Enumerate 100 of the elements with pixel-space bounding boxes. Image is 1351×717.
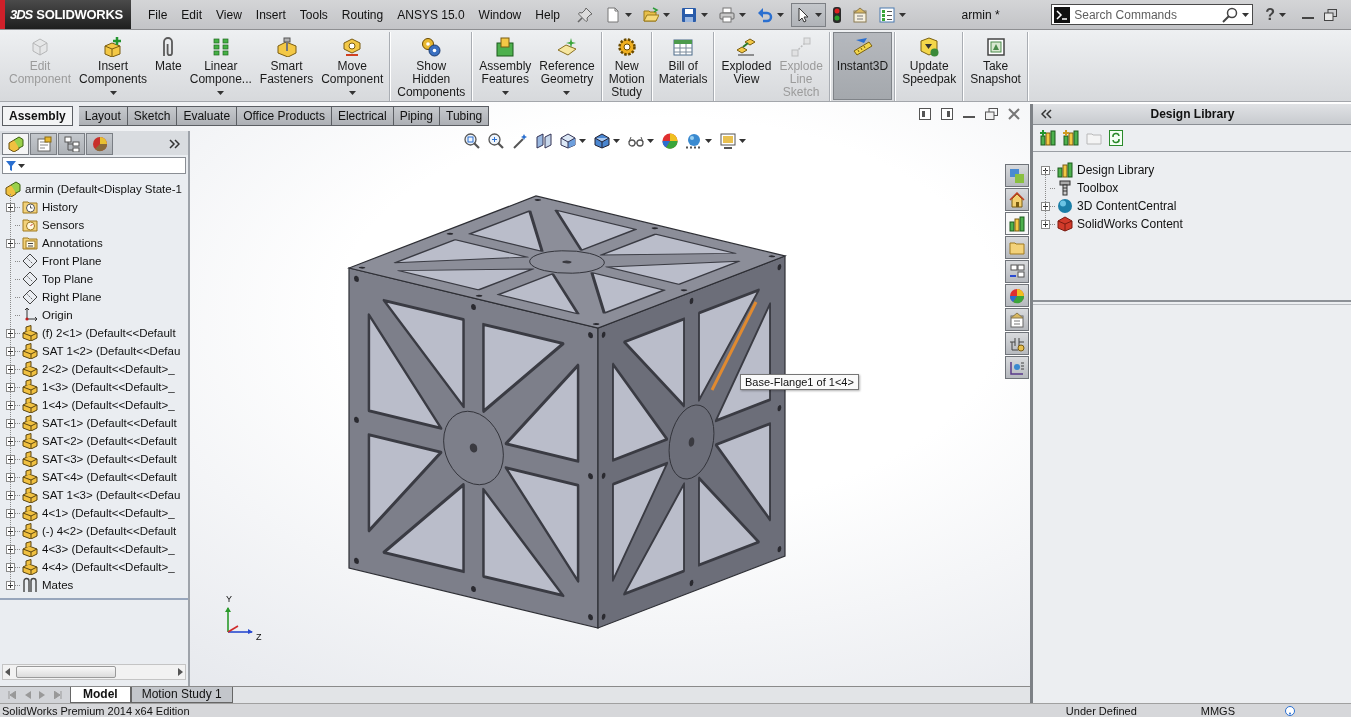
expand-icon[interactable] — [6, 238, 15, 248]
expand-icon[interactable] — [6, 346, 15, 356]
search-icon[interactable] — [1222, 6, 1239, 23]
expand-icon[interactable] — [6, 508, 15, 518]
task-pane-tab[interactable] — [1005, 212, 1029, 235]
tree-item[interactable]: 2<2> (Default<<Default>_ — [20, 360, 177, 378]
task-pane-tab[interactable] — [1005, 188, 1029, 211]
expand-icon[interactable] — [6, 418, 15, 428]
command-button[interactable]: Move Component — [317, 32, 388, 100]
tree-item[interactable]: SolidWorks Content — [1055, 215, 1185, 233]
books-plus-icon[interactable] — [1063, 130, 1079, 146]
split-right-icon[interactable] — [941, 108, 953, 120]
pushpin-icon[interactable] — [577, 6, 593, 23]
help-button[interactable]: ? — [1261, 3, 1290, 26]
command-button[interactable]: Insert Components — [75, 32, 152, 100]
command-button[interactable]: Exploded View — [717, 32, 776, 100]
expand-icon[interactable] — [1041, 165, 1050, 175]
tree-item[interactable]: History — [20, 198, 80, 216]
task-pane-tab[interactable] — [1005, 308, 1029, 331]
tree-item[interactable]: 3D ContentCentral — [1055, 197, 1179, 215]
command-button[interactable]: Mate — [151, 32, 186, 100]
command-button[interactable]: Bill of Materials — [654, 32, 712, 100]
search-field[interactable]: Search Commands — [1074, 6, 1219, 23]
menu-item[interactable]: ANSYS 15.0 — [390, 3, 472, 26]
tab[interactable]: Layout — [78, 106, 128, 126]
filter-field[interactable] — [2, 157, 186, 174]
panel-tab[interactable] — [86, 133, 113, 155]
menu-item[interactable]: Tools — [292, 3, 335, 26]
zoom-to-area-icon[interactable] — [487, 133, 504, 149]
menu-item[interactable]: File — [141, 3, 175, 26]
tree-item[interactable]: SAT<2> (Default<<Default — [20, 432, 179, 450]
tree-item[interactable]: 4<3> (Default<<Default>_ — [20, 540, 177, 558]
menu-item[interactable]: Help — [528, 3, 567, 26]
tree-item[interactable]: Right Plane — [20, 288, 104, 306]
restore-icon[interactable] — [985, 108, 998, 120]
horizontal-scrollbar[interactable] — [2, 664, 186, 680]
expand-icon[interactable] — [6, 400, 15, 410]
command-button[interactable]: Linear Compone... — [185, 32, 256, 100]
expand-icon[interactable] — [6, 364, 15, 374]
tree-item[interactable]: SAT<3> (Default<<Default — [20, 450, 179, 468]
menu-item[interactable]: View — [209, 3, 249, 26]
menu-item[interactable]: Window — [471, 3, 529, 26]
refresh-icon[interactable] — [1109, 130, 1123, 146]
command-button[interactable]: New Motion Study — [604, 32, 649, 100]
tree-item[interactable]: SAT<1> (Default<<Default — [20, 414, 179, 432]
books-plus-icon[interactable] — [1040, 130, 1056, 146]
expand-icon[interactable] — [1041, 201, 1050, 211]
task-pane-tab[interactable] — [1005, 332, 1029, 355]
tab[interactable]: Model — [70, 687, 131, 703]
select-button[interactable] — [791, 2, 826, 27]
expand-icon[interactable] — [6, 436, 15, 446]
task-pane-tab[interactable] — [1005, 356, 1029, 379]
tree-item[interactable]: Top Plane — [20, 270, 96, 288]
tree-item[interactable]: (-) 4<2> (Default<<Default — [20, 522, 179, 540]
expand-icon[interactable] — [6, 490, 15, 500]
menu-item[interactable]: Edit — [174, 3, 210, 26]
tree-item[interactable]: armin (Default<Display State-1 — [3, 180, 184, 198]
tree-item[interactable]: 4<4> (Default<<Default>_ — [20, 558, 177, 576]
command-button[interactable]: Smart Fasteners — [255, 32, 318, 100]
command-button[interactable]: Instant3D — [832, 32, 893, 100]
color-wheel-icon[interactable] — [661, 133, 678, 149]
shaded-cube-icon[interactable] — [593, 133, 610, 149]
zoom-to-fit-icon[interactable] — [463, 133, 480, 149]
expand-icon[interactable] — [6, 526, 15, 536]
monitor-icon[interactable] — [719, 133, 736, 149]
tree-item[interactable]: (f) 2<1> (Default<<Default — [20, 324, 178, 342]
expand-icon[interactable] — [6, 472, 15, 482]
double-chevron-icon[interactable] — [1041, 109, 1052, 119]
menu-item[interactable]: Insert — [248, 3, 293, 26]
tab[interactable]: Piping — [393, 106, 440, 126]
tree-item[interactable]: SAT 1<2> (Default<<Defau — [20, 342, 183, 360]
expand-icon[interactable] — [6, 562, 15, 572]
tree-item[interactable]: SAT<4> (Default<<Default — [20, 468, 179, 486]
tab[interactable]: Tubing — [440, 106, 490, 126]
restore-icon[interactable] — [1324, 8, 1337, 21]
split-left-icon[interactable] — [919, 108, 931, 120]
scroll-thumb[interactable] — [16, 666, 116, 678]
expand-icon[interactable] — [6, 382, 15, 392]
command-button[interactable]: Assembly Features — [475, 32, 536, 100]
wand-icon[interactable] — [511, 133, 528, 149]
tree-item[interactable]: 1<3> (Default<<Default>_ — [20, 378, 177, 396]
tab[interactable]: Electrical — [331, 106, 394, 126]
panel-tab[interactable] — [58, 133, 85, 155]
double-chevron-icon[interactable] — [169, 139, 180, 149]
tree-item[interactable]: Front Plane — [20, 252, 104, 270]
command-button[interactable]: Take Snapshot — [966, 32, 1025, 100]
task-pane-tab[interactable] — [1005, 260, 1029, 283]
tree-item[interactable]: SAT 1<3> (Default<<Defau — [20, 486, 183, 504]
expand-icon[interactable] — [6, 580, 15, 590]
tab[interactable]: Assembly — [2, 106, 73, 126]
close-icon[interactable] — [1008, 108, 1020, 120]
menu-item[interactable]: Routing — [334, 3, 391, 26]
search-box[interactable]: Search Commands — [1051, 4, 1254, 25]
task-pane-tab[interactable] — [1005, 164, 1029, 187]
tree-item[interactable]: Toolbox — [1055, 179, 1121, 197]
expand-icon[interactable] — [6, 544, 15, 554]
expand-icon[interactable] — [6, 454, 15, 464]
panel-tab[interactable] — [2, 133, 29, 155]
expand-icon[interactable] — [6, 202, 15, 212]
tab[interactable]: Evaluate — [177, 106, 238, 126]
